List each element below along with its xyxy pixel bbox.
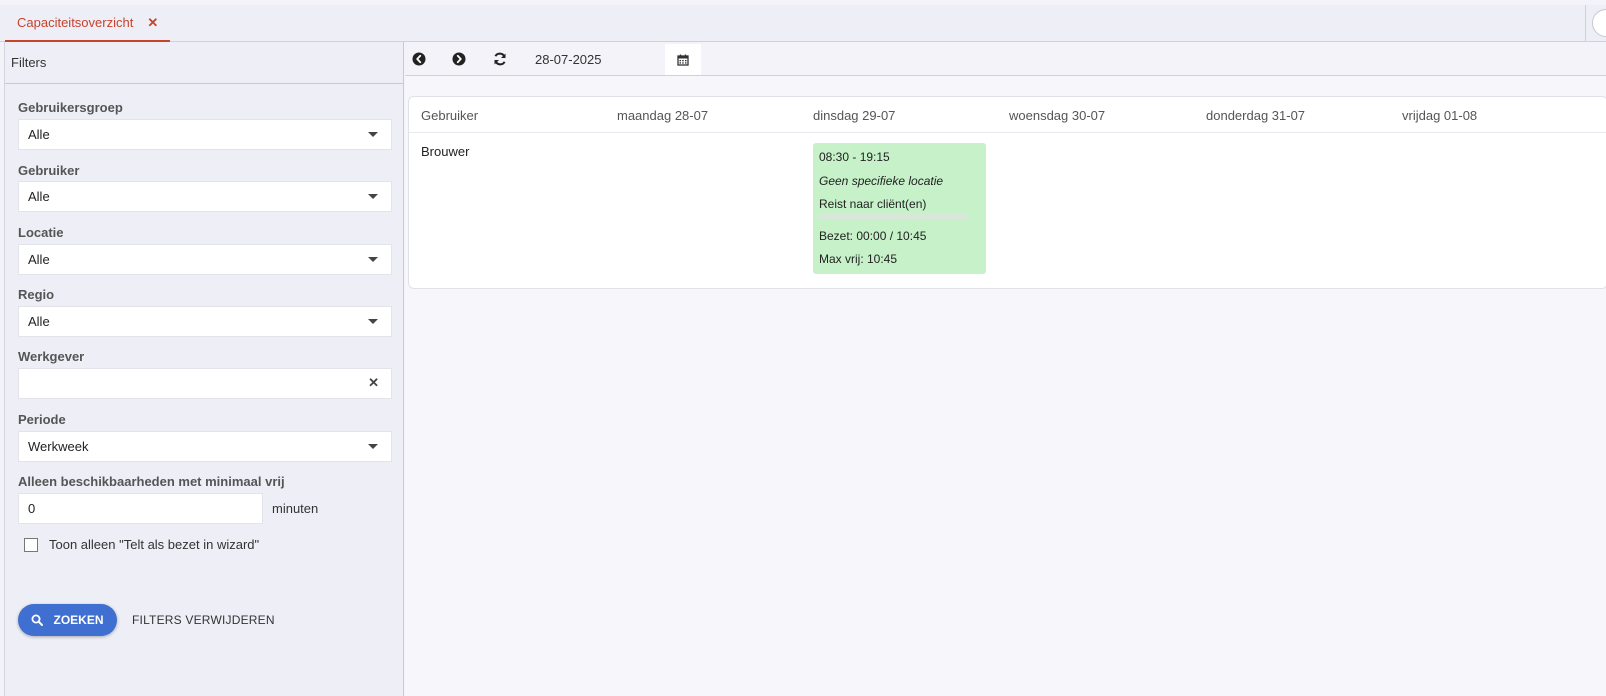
column-header: Gebruiker (421, 108, 479, 123)
slot-time: 08:30 - 19:15 (819, 150, 890, 164)
column-header: woensdag 30-07 (1009, 108, 1106, 123)
slot-location: Geen specifieke locatie (819, 173, 944, 188)
caret-down-icon (368, 132, 378, 137)
select-value: Alle (28, 127, 50, 142)
select-periode[interactable]: Werkweek (18, 431, 392, 462)
grid-header: Gebruiker maandag 28-07 dinsdag 29-07 wo… (409, 97, 1606, 133)
label-gebruikersgroep: Gebruikersgroep (18, 100, 123, 115)
search-button[interactable]: ZOEKEN (18, 604, 117, 636)
select-value: Alle (28, 314, 50, 329)
previous-icon[interactable] (411, 51, 427, 67)
label-werkgever: Werkgever (18, 349, 85, 364)
toolbar: 28-07-2025 (405, 42, 1606, 76)
select-locatie[interactable]: Alle (18, 244, 392, 275)
label-gebruiker: Gebruiker (18, 163, 80, 178)
divider (1585, 5, 1586, 42)
column-header: donderdag 31-07 (1206, 108, 1306, 123)
filters-sidebar: Filters Gebruikersgroep Alle Gebruiker A… (4, 42, 404, 696)
minimaal-vrij-input[interactable]: 0 (18, 493, 263, 524)
column-header: vrijdag 01-08 (1402, 108, 1478, 123)
select-value: Alle (28, 252, 50, 267)
tab-capaciteitsoverzicht[interactable]: Capaciteitsoverzicht ✕ (5, 5, 171, 42)
calendar-button[interactable] (665, 44, 701, 75)
corner-button[interactable] (1592, 9, 1606, 37)
minuten-unit: minuten (272, 501, 319, 516)
close-icon[interactable]: ✕ (147, 15, 158, 31)
capacity-grid: Gebruiker maandag 28-07 dinsdag 29-07 wo… (408, 96, 1606, 289)
select-gebruiker[interactable]: Alle (18, 181, 392, 212)
column-header: maandag 28-07 (617, 108, 709, 123)
refresh-icon[interactable] (492, 51, 508, 67)
tab-bar: Capaciteitsoverzicht ✕ (0, 5, 1606, 42)
slot-occupied: Bezet: 00:00 / 10:45 (819, 228, 927, 243)
label-regio: Regio (18, 287, 55, 302)
select-value: Werkweek (28, 439, 89, 454)
select-regio[interactable]: Alle (18, 306, 392, 337)
next-icon[interactable] (451, 51, 467, 67)
label-periode: Periode (18, 412, 66, 427)
availability-slot[interactable]: 08:30 - 19:15 Geen specifieke locatie Re… (813, 143, 986, 274)
search-button-label: ZOEKEN (53, 613, 104, 627)
select-value: Alle (28, 189, 50, 204)
select-werkgever[interactable]: ✕ (18, 368, 392, 399)
date-field[interactable]: 28-07-2025 (535, 52, 602, 67)
filters-header: Filters (5, 42, 403, 84)
calendar-icon (677, 54, 689, 66)
slot-max-free: Max vrij: 10:45 (819, 252, 898, 266)
caret-down-icon (368, 194, 378, 199)
telt-als-bezet-checkbox-row[interactable]: Toon alleen "Telt als bezet in wizard" (24, 537, 259, 552)
caret-down-icon (368, 319, 378, 324)
caret-down-icon (368, 257, 378, 262)
user-name: Brouwer (421, 144, 470, 159)
label-locatie: Locatie (18, 225, 64, 240)
label-minimaal-vrij: Alleen beschikbaarheden met minimaal vri… (18, 474, 285, 489)
main-content: 28-07-2025 Gebruiker maandag 28-07 dinsd… (405, 42, 1606, 696)
clear-icon[interactable]: ✕ (368, 375, 379, 391)
checkbox[interactable] (24, 537, 38, 552)
occupancy-bar (819, 212, 967, 220)
clear-filters-button[interactable]: FILTERS VERWIJDEREN (132, 613, 275, 627)
search-icon (31, 614, 44, 626)
tab-title: Capaciteitsoverzicht (17, 15, 134, 30)
select-gebruikersgroep[interactable]: Alle (18, 119, 392, 150)
column-header: dinsdag 29-07 (813, 108, 896, 123)
caret-down-icon (368, 444, 378, 449)
checkbox-label: Toon alleen "Telt als bezet in wizard" (49, 537, 260, 552)
